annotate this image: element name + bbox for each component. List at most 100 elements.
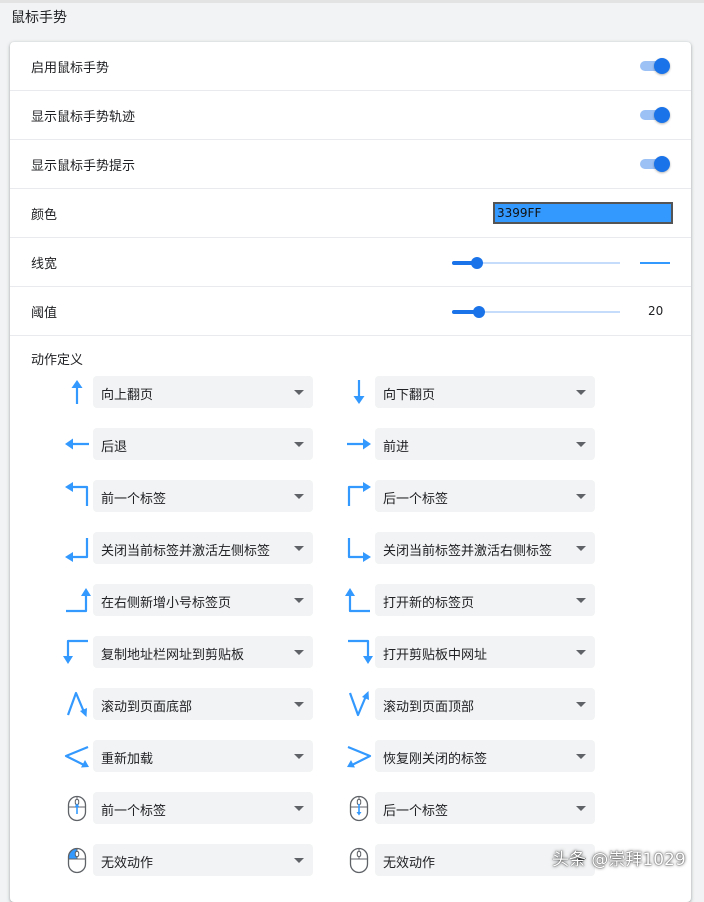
gesture-action-value: 无效动作 xyxy=(383,856,436,871)
row-threshold: 阈值 20 xyxy=(10,287,691,336)
chevron-down-icon xyxy=(294,546,304,551)
gesture-action-value: 滚动到页面顶部 xyxy=(383,700,475,715)
show-trail-toggle[interactable] xyxy=(640,107,670,123)
gesture-item: 无效动作 xyxy=(63,844,323,876)
gesture-action-value: 重新加载 xyxy=(101,752,154,767)
row-color: 颜色 3399FF xyxy=(10,189,691,238)
chevron-down-icon xyxy=(576,650,586,655)
color-input[interactable]: 3399FF xyxy=(493,202,673,224)
enable-gestures-toggle[interactable] xyxy=(640,58,670,74)
gesture-action-value: 关闭当前标签并激活右侧标签 xyxy=(383,544,553,559)
gesture-action-value: 前进 xyxy=(383,440,410,455)
row-line-width: 线宽 xyxy=(10,238,691,287)
gesture-action-select[interactable]: 重新加载 xyxy=(93,740,313,772)
enable-gestures-label: 启用鼠标手势 xyxy=(31,61,110,76)
slider-thumb[interactable] xyxy=(472,306,485,318)
gesture-action-value: 向上翻页 xyxy=(101,388,154,403)
gesture-action-value: 向下翻页 xyxy=(383,388,436,403)
threshold-slider[interactable] xyxy=(452,306,620,318)
gesture-action-select[interactable]: 向下翻页 xyxy=(375,376,595,408)
gesture-action-value: 前一个标签 xyxy=(101,804,167,819)
arrow-left-icon xyxy=(63,430,91,458)
chevron-down-icon xyxy=(294,442,304,447)
right-up-icon xyxy=(63,586,91,614)
gesture-action-select[interactable]: 关闭当前标签并激活右侧标签 xyxy=(375,532,595,564)
left-up-icon xyxy=(345,586,373,614)
gesture-action-select[interactable]: 滚动到页面顶部 xyxy=(375,688,595,720)
mouse-wheel-up-icon xyxy=(63,794,91,822)
arrow-up-icon xyxy=(63,378,91,406)
gesture-action-select[interactable]: 后一个标签 xyxy=(375,480,595,512)
gesture-item: 在右侧新增小号标签页 xyxy=(63,584,323,616)
gesture-item: 复制地址栏网址到剪贴板 xyxy=(63,636,323,668)
actions-title: 动作定义 xyxy=(31,353,84,368)
gesture-item: 滚动到页面底部 xyxy=(63,688,323,720)
gesture-action-select[interactable]: 前进 xyxy=(375,428,595,460)
gesture-action-select[interactable]: 后退 xyxy=(93,428,313,460)
line-width-slider[interactable] xyxy=(452,257,620,269)
threshold-label: 阈值 xyxy=(31,306,58,321)
gesture-item: 关闭当前标签并激活左侧标签 xyxy=(63,532,323,564)
gesture-action-value: 关闭当前标签并激活左侧标签 xyxy=(101,544,271,559)
gesture-item: 向上翻页 xyxy=(63,376,323,408)
gesture-item: 向下翻页 xyxy=(345,376,605,408)
chevron-down-icon xyxy=(576,442,586,447)
gesture-action-value: 后退 xyxy=(101,440,128,455)
gesture-item: 关闭当前标签并激活右侧标签 xyxy=(345,532,605,564)
gesture-action-select[interactable]: 恢复刚关闭的标签 xyxy=(375,740,595,772)
chevron-down-icon xyxy=(576,546,586,551)
gesture-action-select[interactable]: 关闭当前标签并激活左侧标签 xyxy=(93,532,313,564)
show-trail-label: 显示鼠标手势轨迹 xyxy=(31,110,136,125)
chevron-down-icon xyxy=(576,390,586,395)
gesture-action-value: 打开新的标签页 xyxy=(383,596,475,611)
chevron-down-icon xyxy=(294,650,304,655)
show-hint-toggle[interactable] xyxy=(640,156,670,172)
left-down-icon xyxy=(63,638,91,666)
gesture-action-value: 在右侧新增小号标签页 xyxy=(101,596,232,611)
chevron-down-icon xyxy=(294,806,304,811)
gesture-action-value: 滚动到页面底部 xyxy=(101,700,193,715)
gesture-action-select[interactable]: 复制地址栏网址到剪贴板 xyxy=(93,636,313,668)
gesture-action-select[interactable]: 前一个标签 xyxy=(93,792,313,824)
gesture-action-value: 无效动作 xyxy=(101,856,154,871)
top-divider xyxy=(0,0,704,3)
gesture-action-select[interactable]: 在右侧新增小号标签页 xyxy=(93,584,313,616)
row-show-trail: 显示鼠标手势轨迹 xyxy=(10,91,691,140)
chevron-down-icon xyxy=(576,754,586,759)
mouse-left-button-icon xyxy=(63,846,91,874)
show-hint-label: 显示鼠标手势提示 xyxy=(31,159,136,174)
gesture-action-select[interactable]: 后一个标签 xyxy=(375,792,595,824)
gesture-item: 恢复刚关闭的标签 xyxy=(345,740,605,772)
gesture-item: 打开剪贴板中网址 xyxy=(345,636,605,668)
gesture-action-select[interactable]: 打开新的标签页 xyxy=(375,584,595,616)
gesture-item: 后退 xyxy=(63,428,323,460)
gesture-action-value: 后一个标签 xyxy=(383,492,449,507)
chevron-down-icon xyxy=(294,858,304,863)
threshold-value: 20 xyxy=(648,304,664,318)
up-down-icon xyxy=(63,690,91,718)
up-right-icon xyxy=(345,482,373,510)
right-down-icon xyxy=(345,638,373,666)
gesture-action-select[interactable]: 打开剪贴板中网址 xyxy=(375,636,595,668)
gesture-item: 打开新的标签页 xyxy=(345,584,605,616)
gesture-action-value: 恢复刚关闭的标签 xyxy=(383,752,488,767)
mouse-icon xyxy=(345,846,373,874)
gesture-action-select[interactable]: 前一个标签 xyxy=(93,480,313,512)
chevron-down-icon xyxy=(576,702,586,707)
gesture-item: 前进 xyxy=(345,428,605,460)
arrow-down-icon xyxy=(345,378,373,406)
down-left-icon xyxy=(63,534,91,562)
up-left-icon xyxy=(63,482,91,510)
slider-thumb[interactable] xyxy=(471,257,484,269)
section-title: 鼠标手势 xyxy=(11,10,67,26)
down-up-icon xyxy=(345,690,373,718)
gesture-action-select[interactable]: 无效动作 xyxy=(93,844,313,876)
gesture-action-value: 打开剪贴板中网址 xyxy=(383,648,488,663)
gesture-item: 滚动到页面顶部 xyxy=(345,688,605,720)
gesture-action-select[interactable]: 向上翻页 xyxy=(93,376,313,408)
chevron-down-icon xyxy=(576,598,586,603)
gesture-action-select[interactable]: 滚动到页面底部 xyxy=(93,688,313,720)
chevron-down-icon xyxy=(576,806,586,811)
down-right-icon xyxy=(345,534,373,562)
color-label: 颜色 xyxy=(31,208,58,223)
